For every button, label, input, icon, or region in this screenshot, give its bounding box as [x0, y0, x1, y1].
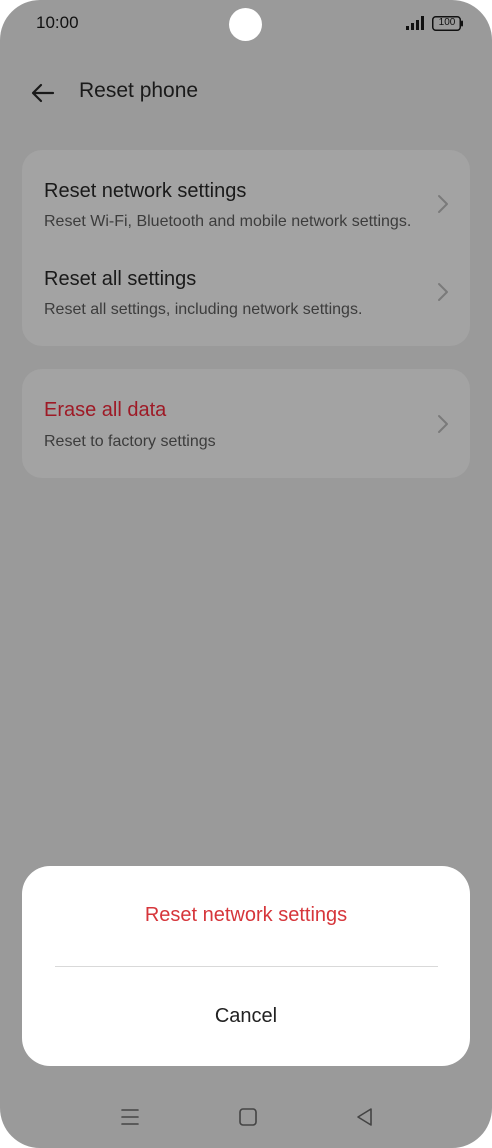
- status-bar: 10:00 100: [0, 0, 492, 48]
- erase-all-data-item[interactable]: Erase all data Reset to factory settings: [22, 379, 470, 467]
- confirm-bottom-sheet: Reset network settings Cancel: [22, 866, 470, 1066]
- chevron-right-icon: [438, 283, 448, 301]
- chevron-right-icon: [438, 415, 448, 433]
- item-title: Reset all settings: [44, 268, 197, 290]
- phone-screen: 10:00 100 Reset phone Reset network sett…: [0, 0, 492, 1148]
- menu-icon[interactable]: [119, 1106, 141, 1128]
- confirm-reset-button[interactable]: Reset network settings: [22, 904, 470, 927]
- back-icon[interactable]: [354, 1106, 376, 1128]
- erase-card: Erase all data Reset to factory settings: [22, 369, 470, 478]
- reset-options-card: Reset network settings Reset Wi-Fi, Blue…: [22, 150, 470, 346]
- item-subtitle: Reset to factory settings: [44, 433, 216, 450]
- item-title: Erase all data: [44, 399, 167, 421]
- cancel-button[interactable]: Cancel: [22, 1005, 470, 1028]
- signal-icon: [406, 16, 424, 30]
- navigation-bar: [0, 1098, 492, 1138]
- item-subtitle: Reset all settings, including network se…: [44, 301, 363, 318]
- status-time: 10:00: [36, 13, 79, 32]
- chevron-right-icon: [438, 195, 448, 213]
- battery-level: 100: [438, 17, 456, 28]
- back-arrow-icon[interactable]: [28, 78, 58, 108]
- divider: [55, 966, 438, 967]
- item-title: Reset network settings: [44, 180, 247, 202]
- reset-network-settings-item[interactable]: Reset network settings Reset Wi-Fi, Blue…: [22, 160, 470, 248]
- camera-cutout: [229, 8, 262, 41]
- page-title: Reset phone: [79, 79, 199, 102]
- app-bar: Reset phone: [0, 66, 492, 118]
- item-subtitle: Reset Wi-Fi, Bluetooth and mobile networ…: [44, 213, 412, 230]
- home-icon[interactable]: [237, 1106, 259, 1128]
- reset-all-settings-item[interactable]: Reset all settings Reset all settings, i…: [22, 248, 470, 336]
